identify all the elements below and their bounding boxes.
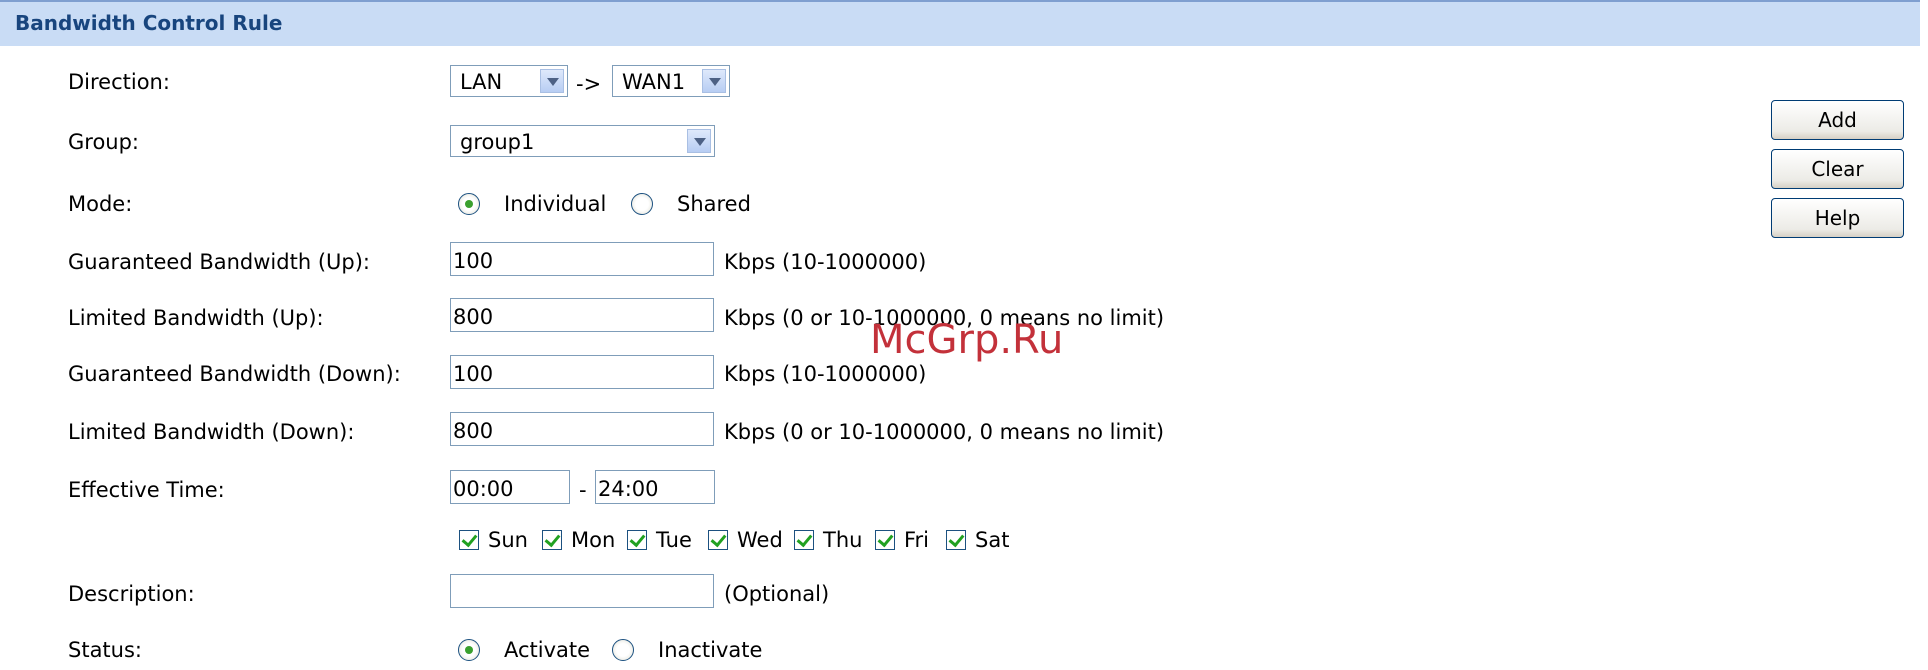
day-wed-label: Wed xyxy=(737,528,783,552)
section-title: Bandwidth Control Rule xyxy=(15,11,283,35)
effective-time-start-input[interactable] xyxy=(450,470,570,504)
description-hint: (Optional) xyxy=(724,582,830,606)
chevron-down-icon[interactable] xyxy=(687,129,711,153)
section-header: Bandwidth Control Rule xyxy=(0,0,1920,46)
effective-time-end-input[interactable] xyxy=(595,470,715,504)
guaranteed-up-label: Guaranteed Bandwidth (Up): xyxy=(68,250,370,274)
day-fri-label: Fri xyxy=(904,528,930,552)
limited-down-input[interactable] xyxy=(450,412,714,446)
day-fri-checkbox[interactable] xyxy=(875,530,895,550)
mode-shared-label: Shared xyxy=(677,192,751,216)
day-tue-label: Tue xyxy=(656,528,692,552)
add-button[interactable]: Add xyxy=(1771,100,1904,140)
group-select[interactable]: group1 xyxy=(450,125,715,157)
day-sun-label: Sun xyxy=(488,528,528,552)
direction-from-value: LAN xyxy=(460,70,503,94)
day-sat-label: Sat xyxy=(975,528,1010,552)
day-thu-label: Thu xyxy=(823,528,863,552)
direction-to-value: WAN1 xyxy=(622,70,686,94)
status-inactivate-label: Inactivate xyxy=(658,638,763,662)
day-mon-checkbox[interactable] xyxy=(542,530,562,550)
day-sat-checkbox[interactable] xyxy=(946,530,966,550)
mode-individual-label: Individual xyxy=(504,192,607,216)
chevron-down-icon[interactable] xyxy=(540,69,564,93)
limited-up-input[interactable] xyxy=(450,298,714,332)
clear-button[interactable]: Clear xyxy=(1771,149,1904,189)
mode-label: Mode: xyxy=(68,192,133,216)
description-label: Description: xyxy=(68,582,195,606)
chevron-down-icon[interactable] xyxy=(702,69,726,93)
description-input[interactable] xyxy=(450,574,714,608)
direction-to-select[interactable]: WAN1 xyxy=(612,65,730,97)
direction-arrow: -> xyxy=(576,72,602,96)
watermark: McGrp.Ru xyxy=(870,317,1064,363)
day-mon-label: Mon xyxy=(571,528,616,552)
direction-from-select[interactable]: LAN xyxy=(450,65,568,97)
day-sun-checkbox[interactable] xyxy=(459,530,479,550)
guaranteed-down-input[interactable] xyxy=(450,355,714,389)
guaranteed-up-hint: Kbps (10-1000000) xyxy=(724,250,927,274)
status-inactivate-radio[interactable] xyxy=(612,639,634,661)
direction-label: Direction: xyxy=(68,70,170,94)
effective-time-label: Effective Time: xyxy=(68,478,225,502)
mode-individual-radio[interactable] xyxy=(458,193,480,215)
guaranteed-down-label: Guaranteed Bandwidth (Down): xyxy=(68,362,401,386)
limited-up-label: Limited Bandwidth (Up): xyxy=(68,306,324,330)
effective-time-separator: - xyxy=(579,478,587,502)
group-value: group1 xyxy=(460,130,535,154)
day-wed-checkbox[interactable] xyxy=(708,530,728,550)
limited-down-label: Limited Bandwidth (Down): xyxy=(68,420,355,444)
status-label: Status: xyxy=(68,638,142,662)
limited-down-hint: Kbps (0 or 10-1000000, 0 means no limit) xyxy=(724,420,1165,444)
group-label: Group: xyxy=(68,130,140,154)
day-thu-checkbox[interactable] xyxy=(794,530,814,550)
status-activate-label: Activate xyxy=(504,638,591,662)
guaranteed-up-input[interactable] xyxy=(450,242,714,276)
mode-shared-radio[interactable] xyxy=(631,193,653,215)
help-button[interactable]: Help xyxy=(1771,198,1904,238)
status-activate-radio[interactable] xyxy=(458,639,480,661)
day-tue-checkbox[interactable] xyxy=(627,530,647,550)
guaranteed-down-hint: Kbps (10-1000000) xyxy=(724,362,927,386)
